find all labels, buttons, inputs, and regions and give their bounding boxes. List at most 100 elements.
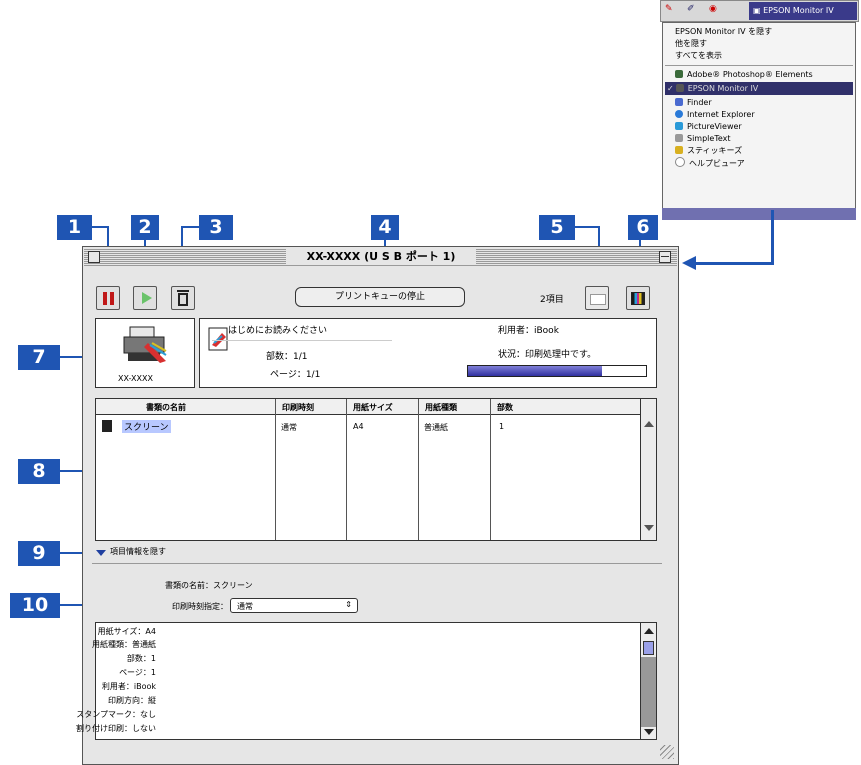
divider xyxy=(212,340,392,341)
menu-item-finder[interactable]: Finder xyxy=(675,97,712,109)
detail-doc-name: 書類の名前：スクリーン xyxy=(165,581,253,590)
print-time-value: 通常 xyxy=(237,602,253,611)
app-icon-2[interactable]: ◉ xyxy=(709,4,717,14)
menu-item-photoshop[interactable]: Adobe® Photoshop® Elements xyxy=(675,69,813,81)
menu-item-stickies[interactable]: スティッキーズ xyxy=(675,145,742,157)
job-user: 利用者：iBook xyxy=(498,326,559,336)
detail-line: 利用者：iBook xyxy=(101,682,156,691)
job-row-size: A4 xyxy=(353,422,364,431)
column-header-type[interactable]: 用紙種類 xyxy=(425,402,457,413)
play-icon xyxy=(142,292,152,304)
urgent-button[interactable] xyxy=(585,286,609,310)
column-header-size[interactable]: 用紙サイズ xyxy=(353,402,393,413)
detail-line: スタンプマーク：なし xyxy=(76,710,156,719)
detail-scrollbar[interactable] xyxy=(640,623,656,739)
select-arrows-icon: ⇕ xyxy=(345,600,352,609)
close-box[interactable] xyxy=(88,251,100,263)
callout-badge-3: 3 xyxy=(199,215,233,240)
scroll-down-icon[interactable] xyxy=(644,525,654,531)
job-row-copies: 1 xyxy=(499,422,505,431)
details-toggle-label[interactable]: 項目情報を隠す xyxy=(110,546,166,557)
photoshop-icon xyxy=(675,70,683,78)
scroll-track[interactable] xyxy=(641,657,656,727)
menu-item-help-viewer[interactable]: ヘルプビューア xyxy=(675,157,745,169)
callout-badge-10: 10 xyxy=(10,593,60,618)
column-header-copies[interactable]: 部数 xyxy=(497,402,513,413)
column-header-name[interactable]: 書類の名前 xyxy=(146,402,186,413)
menu-item-label: スティッキーズ xyxy=(687,146,743,155)
printer-icon: ▣ xyxy=(753,6,764,15)
pictureviewer-icon xyxy=(675,122,683,130)
job-copies: 部数：1/1 xyxy=(266,352,308,362)
menu-item-label: Adobe® Photoshop® Elements xyxy=(687,70,813,79)
print-time-select[interactable]: 通常 ⇕ xyxy=(230,598,358,613)
job-row-time: 通常 xyxy=(281,423,297,432)
resize-grip-icon[interactable] xyxy=(660,745,674,759)
menu-item-hide-monitor[interactable]: EPSON Monitor IV を隠す xyxy=(675,26,772,38)
window-title: XX-XXXX (U S B ポート 1) xyxy=(286,249,476,265)
callout-line xyxy=(696,262,774,265)
callout-line xyxy=(771,210,774,265)
menu-item-label: PictureViewer xyxy=(687,122,742,131)
menu-item-epson-monitor[interactable]: ✓ EPSON Monitor IV xyxy=(667,83,758,95)
job-name: はじめにお読みください xyxy=(228,326,328,336)
table-row[interactable]: スクリーン 通常 A4 普通紙 1 xyxy=(97,418,640,434)
menu-item-pictureviewer[interactable]: PictureViewer xyxy=(675,121,742,133)
app-icon-1[interactable]: ✎ xyxy=(665,4,673,14)
pause-button[interactable] xyxy=(96,286,120,310)
callout-badge-8: 8 xyxy=(18,459,60,484)
menu-item-label: EPSON Monitor IV xyxy=(687,84,759,93)
item-count: 2項目 xyxy=(540,295,564,305)
callout-badge-7: 7 xyxy=(18,345,60,370)
printer-icon xyxy=(675,84,684,92)
menu-item-label: ヘルプビューア xyxy=(689,159,745,168)
delete-button[interactable] xyxy=(171,286,195,310)
scroll-up-icon[interactable] xyxy=(644,628,654,634)
callout-badge-9: 9 xyxy=(18,541,60,566)
job-pages: ページ：1/1 xyxy=(270,370,321,380)
job-status: 状況：印刷処理中です。 xyxy=(498,350,597,360)
scroll-up-icon[interactable] xyxy=(644,421,654,427)
callout-line xyxy=(575,226,600,228)
simpletext-icon xyxy=(675,134,683,142)
detail-line: 用紙サイズ：A4 xyxy=(97,627,156,636)
pen-icon[interactable]: ✐ xyxy=(687,4,695,14)
disclosure-triangle-icon[interactable] xyxy=(96,550,106,556)
scroll-down-icon[interactable] xyxy=(644,729,654,735)
stop-print-queue-button[interactable]: プリントキューの停止 xyxy=(295,287,465,307)
menu-item-simpletext[interactable]: SimpleText xyxy=(675,133,731,145)
trash-icon xyxy=(178,293,188,306)
job-row-name: スクリーン xyxy=(122,420,171,433)
menu-item-label: SimpleText xyxy=(687,134,731,143)
collapse-box[interactable] xyxy=(659,251,671,263)
application-menu[interactable]: ▣ EPSON Monitor IV xyxy=(749,2,857,20)
callout-badge-1: 1 xyxy=(57,215,92,240)
ink-cartridge-icon xyxy=(631,292,645,305)
job-list-scrollbar[interactable] xyxy=(640,399,656,540)
menu-item-hide-others[interactable]: 他を隠す xyxy=(675,38,707,50)
menu-shadow xyxy=(662,208,856,220)
callout-badge-2: 2 xyxy=(131,215,159,240)
envelope-icon xyxy=(590,294,606,305)
column-header-time[interactable]: 印刷時刻 xyxy=(282,402,314,413)
detail-info-box xyxy=(95,622,657,740)
job-row-type: 普通紙 xyxy=(424,423,448,432)
detail-line: 用紙種類：普通紙 xyxy=(92,640,156,649)
callout-line xyxy=(181,226,201,228)
printer-panel: XX-XXXX xyxy=(95,318,195,388)
callout-arrow xyxy=(682,256,696,270)
printer-icon xyxy=(123,326,167,363)
print-time-label: 印刷時刻指定： xyxy=(172,602,228,611)
progress-fill xyxy=(468,366,602,376)
internet-explorer-icon xyxy=(675,110,683,118)
scroll-thumb[interactable] xyxy=(643,641,654,655)
menu-item-show-all[interactable]: すべてを表示 xyxy=(675,50,722,62)
menu-separator xyxy=(665,65,853,66)
ink-level-button[interactable] xyxy=(626,286,650,310)
resume-button[interactable] xyxy=(133,286,157,310)
application-menu-dropdown: EPSON Monitor IV を隠す 他を隠す すべてを表示 Adobe® … xyxy=(662,22,856,217)
menu-item-internet-explorer[interactable]: Internet Explorer xyxy=(675,109,755,121)
divider xyxy=(92,563,662,564)
detail-line: 印刷方向：縦 xyxy=(108,696,156,705)
detail-line: 部数：1 xyxy=(126,654,156,663)
